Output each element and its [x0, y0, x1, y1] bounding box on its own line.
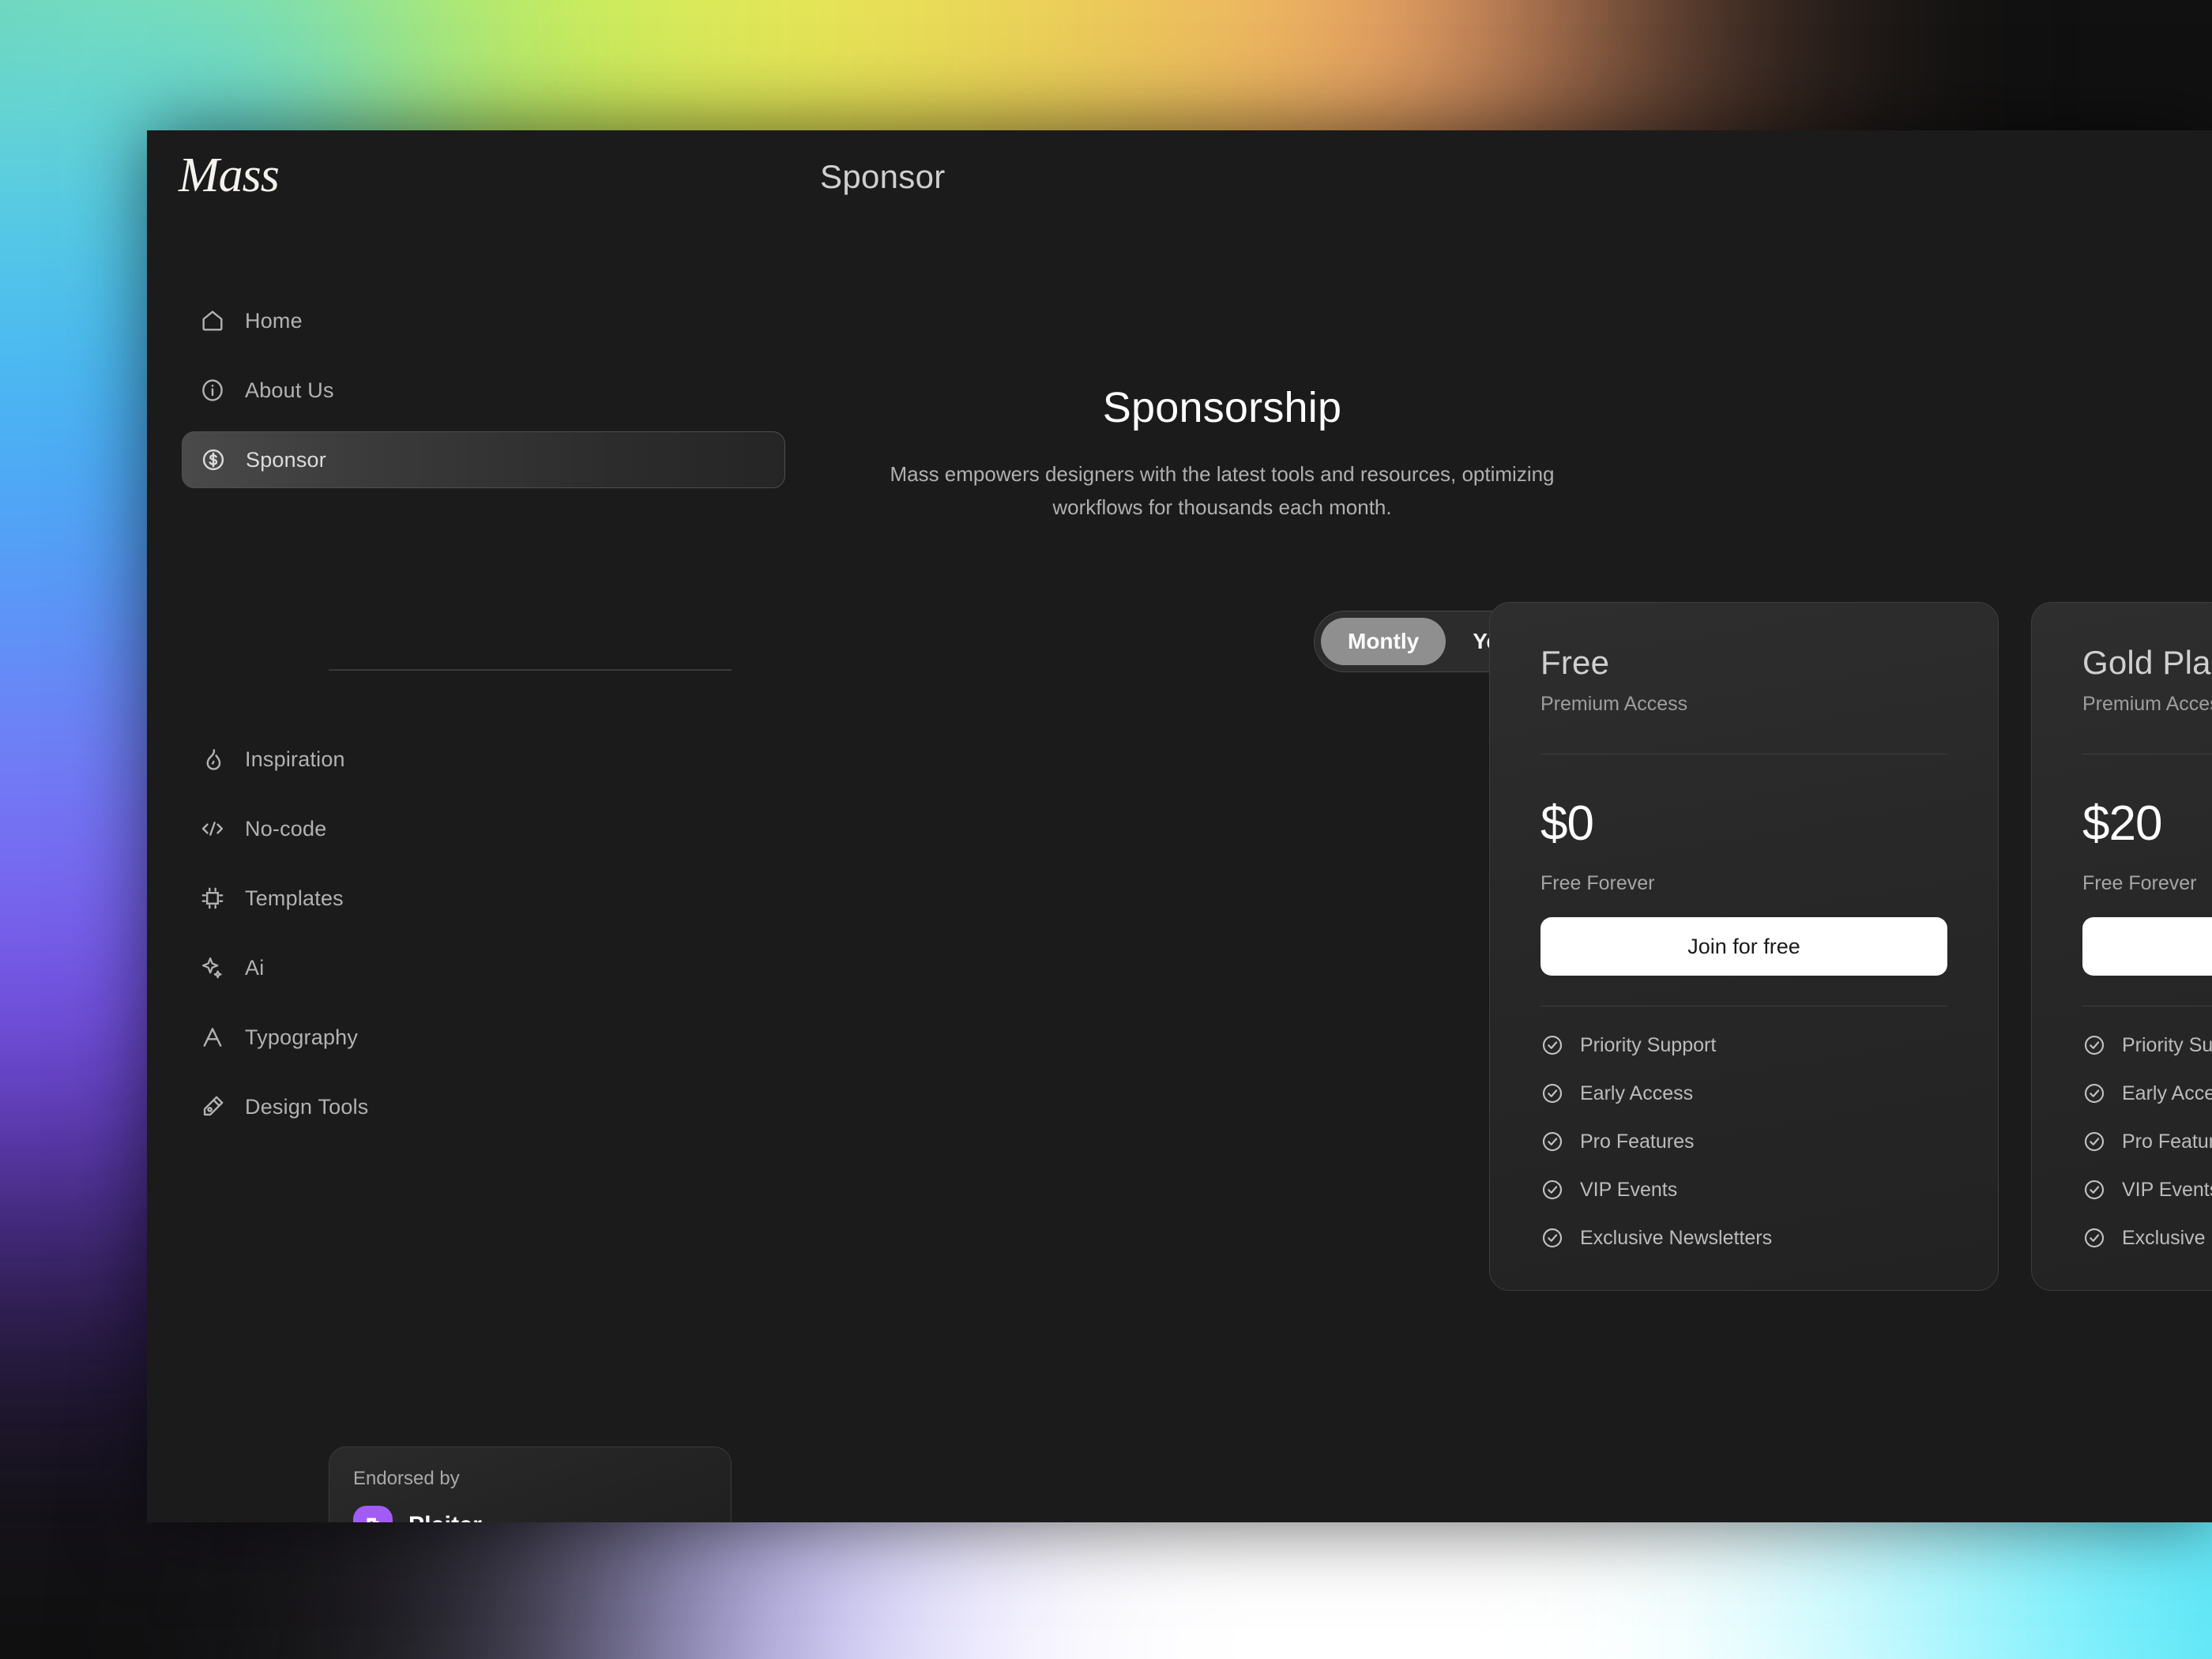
endorsed-brand[interactable]: Plaiter [353, 1506, 707, 1522]
sidebar-item-label: Sponsor [246, 448, 326, 472]
sidebar-item-about-us[interactable]: About Us [182, 362, 785, 419]
list-item: Early Access [2082, 1082, 2212, 1105]
sidebar-item-label: Templates [245, 886, 344, 911]
main-content: Sponsor Sponsorship Mass empowers design… [820, 130, 2212, 1522]
sidebar: Mass Home About Us [147, 130, 820, 1522]
feature-label: Priority Support [2122, 1034, 2212, 1057]
feature-label: Priority Support [1580, 1034, 1716, 1057]
sidebar-item-label: About Us [245, 378, 334, 403]
sidebar-item-typography[interactable]: Typography [182, 1009, 785, 1066]
check-circle-icon [1540, 1033, 1564, 1057]
hero-section: Sponsorship Mass empowers designers with… [820, 383, 1624, 524]
feature-label: VIP Events [1580, 1179, 1677, 1202]
plan-title: Gold Plan [2082, 644, 2212, 682]
check-circle-icon [1540, 1178, 1564, 1202]
sidebar-nav-secondary: Inspiration No-code [147, 731, 820, 1148]
feature-label: Early Access [1580, 1082, 1693, 1105]
endorsed-by-card: Endorsed by [329, 1446, 732, 1522]
list-item: VIP Events [2082, 1178, 2212, 1202]
toggle-option-monthly[interactable]: Montly [1321, 618, 1446, 665]
endorsed-by-label: Endorsed by [353, 1468, 707, 1490]
plan-period: Free Forever [2082, 872, 2212, 895]
page-title: Sponsor [820, 158, 946, 196]
sidebar-item-inspiration[interactable]: Inspiration [182, 731, 785, 788]
hero-subtitle: Mass empowers designers with the latest … [820, 458, 1624, 524]
list-item: Early Access [1540, 1082, 1947, 1105]
sidebar-item-design-tools[interactable]: Design Tools [182, 1078, 785, 1135]
feature-label: VIP Events [2122, 1179, 2212, 1202]
list-item: Pro Features [2082, 1130, 2212, 1153]
toggle-option-monthly-label: Montly [1348, 629, 1419, 654]
plan-feature-list: Priority Support Early Access Pro Featur… [2082, 1033, 2212, 1250]
join-for-free-button[interactable]: Join for free [2082, 917, 2212, 976]
plan-title: Free [1540, 644, 1947, 682]
info-circle-icon [199, 377, 226, 404]
sparkle-icon [199, 954, 226, 981]
check-circle-icon [2082, 1178, 2106, 1202]
list-item: Exclusive Newsletters [2082, 1226, 2212, 1250]
check-circle-icon [2082, 1082, 2106, 1105]
join-for-free-button[interactable]: Join for free [1540, 917, 1947, 976]
pricing-cards: Free Premium Access $0 Free Forever Join… [1489, 602, 2212, 1291]
plan-feature-list: Priority Support Early Access Pro Featur… [1540, 1033, 1947, 1250]
hero-title: Sponsorship [820, 383, 1624, 432]
sidebar-item-templates[interactable]: Templates [182, 870, 785, 927]
pen-nib-icon [199, 1093, 226, 1120]
check-circle-icon [1540, 1226, 1564, 1250]
feature-label: Exclusive Newsletters [1580, 1227, 1772, 1250]
sidebar-item-no-code[interactable]: No-code [182, 800, 785, 857]
flame-icon [199, 746, 226, 773]
list-item: VIP Events [1540, 1178, 1947, 1202]
list-item: Priority Support [2082, 1033, 2212, 1057]
sidebar-item-home[interactable]: Home [182, 292, 785, 349]
check-circle-icon [2082, 1226, 2106, 1250]
code-brackets-icon [199, 815, 226, 842]
frame-icon [199, 885, 226, 912]
sidebar-item-label: Ai [245, 956, 264, 980]
sidebar-item-label: Typography [245, 1025, 358, 1050]
feature-label: Pro Features [1580, 1130, 1695, 1153]
pricing-card-free: Free Premium Access $0 Free Forever Join… [1489, 602, 1999, 1291]
sidebar-item-sponsor[interactable]: Sponsor [182, 431, 785, 488]
check-circle-icon [2082, 1130, 2106, 1153]
feature-label: Early Access [2122, 1082, 2212, 1105]
brand-logo[interactable]: Mass [179, 148, 279, 204]
plan-subtitle: Premium Access [2082, 693, 2212, 716]
list-item: Exclusive Newsletters [1540, 1226, 1947, 1250]
dollar-circle-icon [200, 446, 227, 473]
check-circle-icon [2082, 1033, 2106, 1057]
sidebar-nav-primary: Home About Us [147, 292, 820, 501]
check-circle-icon [1540, 1082, 1564, 1105]
list-item: Pro Features [1540, 1130, 1947, 1153]
sidebar-item-label: Home [245, 309, 303, 333]
list-item: Priority Support [1540, 1033, 1947, 1057]
letter-a-icon [199, 1024, 226, 1051]
home-icon [199, 307, 226, 334]
sidebar-divider [329, 669, 732, 671]
plan-period: Free Forever [1540, 872, 1947, 895]
pricing-card-gold-plan: Gold Plan Premium Access $20 Free Foreve… [2031, 602, 2212, 1291]
feature-label: Pro Features [2122, 1130, 2212, 1153]
plan-price: $0 [1540, 796, 1947, 852]
sidebar-item-label: Inspiration [245, 747, 345, 772]
plan-price: $20 [2082, 796, 2212, 852]
app-window: Mass Home About Us [147, 130, 2212, 1522]
plaiter-logo-icon [353, 1506, 393, 1522]
feature-label: Exclusive Newsletters [2122, 1227, 2212, 1250]
plaiter-brand-name: Plaiter [408, 1512, 482, 1522]
sidebar-item-label: Design Tools [245, 1095, 369, 1119]
sidebar-item-label: No-code [245, 817, 326, 841]
check-circle-icon [1540, 1130, 1564, 1153]
plan-subtitle: Premium Access [1540, 693, 1947, 716]
sidebar-item-ai[interactable]: Ai [182, 939, 785, 996]
